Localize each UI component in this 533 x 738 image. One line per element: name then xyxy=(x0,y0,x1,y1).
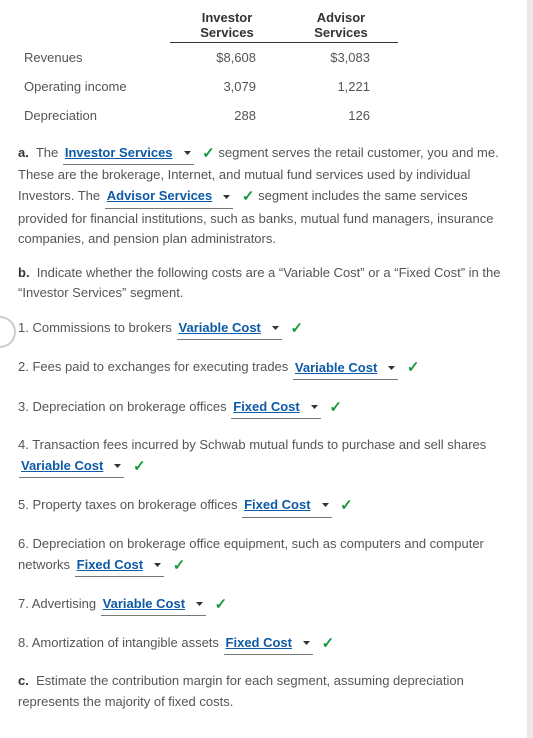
dropdown-cost-type-7[interactable]: Variable Cost xyxy=(101,594,206,616)
question-text: Commissions to brokers xyxy=(32,320,175,335)
question-number: 6. xyxy=(18,536,32,551)
question-number: 7. xyxy=(18,596,32,611)
row-label: Depreciation xyxy=(18,101,170,130)
check-icon: ✓ xyxy=(329,396,342,419)
question-line: 1. Commissions to brokers Variable Cost … xyxy=(18,317,509,340)
question-line: 5. Property taxes on brokerage offices F… xyxy=(18,494,509,517)
chevron-down-icon xyxy=(387,364,396,373)
chevron-down-icon xyxy=(302,639,311,648)
row-label: Operating income xyxy=(18,72,170,101)
question-number: 2. xyxy=(18,360,32,375)
check-icon: ✓ xyxy=(133,455,146,478)
cell-investor: 288 xyxy=(170,101,284,130)
question-line: 2. Fees paid to exchanges for executing … xyxy=(18,356,509,379)
chevron-down-icon xyxy=(271,324,280,333)
question-number: 1. xyxy=(18,320,32,335)
question-line: 7. Advertising Variable Cost ✓ xyxy=(18,593,509,616)
part-a: a. The Investor Services ✓ segment serve… xyxy=(18,142,509,249)
dropdown-segment-advisor[interactable]: Advisor Services xyxy=(105,186,234,208)
question-number: 8. xyxy=(18,635,32,650)
question-text: Property taxes on brokerage offices xyxy=(32,497,241,512)
question-text: Depreciation on brokerage offices xyxy=(32,399,230,414)
dropdown-cost-type-3[interactable]: Fixed Cost xyxy=(231,397,320,419)
dropdown-cost-type-6[interactable]: Fixed Cost xyxy=(75,555,164,577)
question-text: Advertising xyxy=(32,596,100,611)
question-number: 5. xyxy=(18,497,32,512)
table-row: Revenues$8,608$3,083 xyxy=(18,43,398,73)
cell-advisor: $3,083 xyxy=(284,43,398,73)
cell-advisor: 126 xyxy=(284,101,398,130)
dropdown-cost-type-5[interactable]: Fixed Cost xyxy=(242,495,331,517)
dropdown-cost-type-4[interactable]: Variable Cost xyxy=(19,456,124,478)
table-row: Operating income3,0791,221 xyxy=(18,72,398,101)
part-c: c. Estimate the contribution margin for … xyxy=(18,671,509,711)
th-investor: InvestorServices xyxy=(170,8,284,43)
check-icon: ✓ xyxy=(340,494,353,517)
chevron-down-icon xyxy=(321,501,330,510)
cell-advisor: 1,221 xyxy=(284,72,398,101)
row-label: Revenues xyxy=(18,43,170,73)
check-icon: ✓ xyxy=(202,142,215,165)
th-advisor: AdvisorServices xyxy=(284,8,398,43)
cell-investor: 3,079 xyxy=(170,72,284,101)
cell-investor: $8,608 xyxy=(170,43,284,73)
part-b-intro: b. Indicate whether the following costs … xyxy=(18,263,509,303)
dropdown-cost-type-2[interactable]: Variable Cost xyxy=(293,358,398,380)
question-line: 3. Depreciation on brokerage offices Fix… xyxy=(18,396,509,419)
check-icon: ✓ xyxy=(242,185,255,208)
question-number: 4. xyxy=(18,437,32,452)
table-row: Depreciation288126 xyxy=(18,101,398,130)
question-text: Fees paid to exchanges for executing tra… xyxy=(32,360,291,375)
check-icon: ✓ xyxy=(215,593,228,616)
chevron-down-icon xyxy=(153,561,162,570)
chevron-down-icon xyxy=(310,403,319,412)
dropdown-cost-type-8[interactable]: Fixed Cost xyxy=(224,633,313,655)
question-line: 6. Depreciation on brokerage office equi… xyxy=(18,534,509,577)
question-text: Amortization of intangible assets xyxy=(32,635,223,650)
question-line: 4. Transaction fees incurred by Schwab m… xyxy=(18,435,509,478)
check-icon: ✓ xyxy=(407,356,420,379)
check-icon: ✓ xyxy=(322,632,335,655)
question-line: 8. Amortization of intangible assets Fix… xyxy=(18,632,509,655)
chevron-down-icon xyxy=(195,600,204,609)
dropdown-cost-type-1[interactable]: Variable Cost xyxy=(177,318,282,340)
chevron-down-icon xyxy=(113,462,122,471)
check-icon: ✓ xyxy=(291,317,304,340)
segment-table: InvestorServices AdvisorServices Revenue… xyxy=(18,8,398,130)
chevron-down-icon xyxy=(183,149,192,158)
chevron-down-icon xyxy=(222,193,231,202)
question-text: Transaction fees incurred by Schwab mutu… xyxy=(32,437,486,452)
check-icon: ✓ xyxy=(173,554,186,577)
question-number: 3. xyxy=(18,399,32,414)
dropdown-segment-investor[interactable]: Investor Services xyxy=(63,143,194,165)
